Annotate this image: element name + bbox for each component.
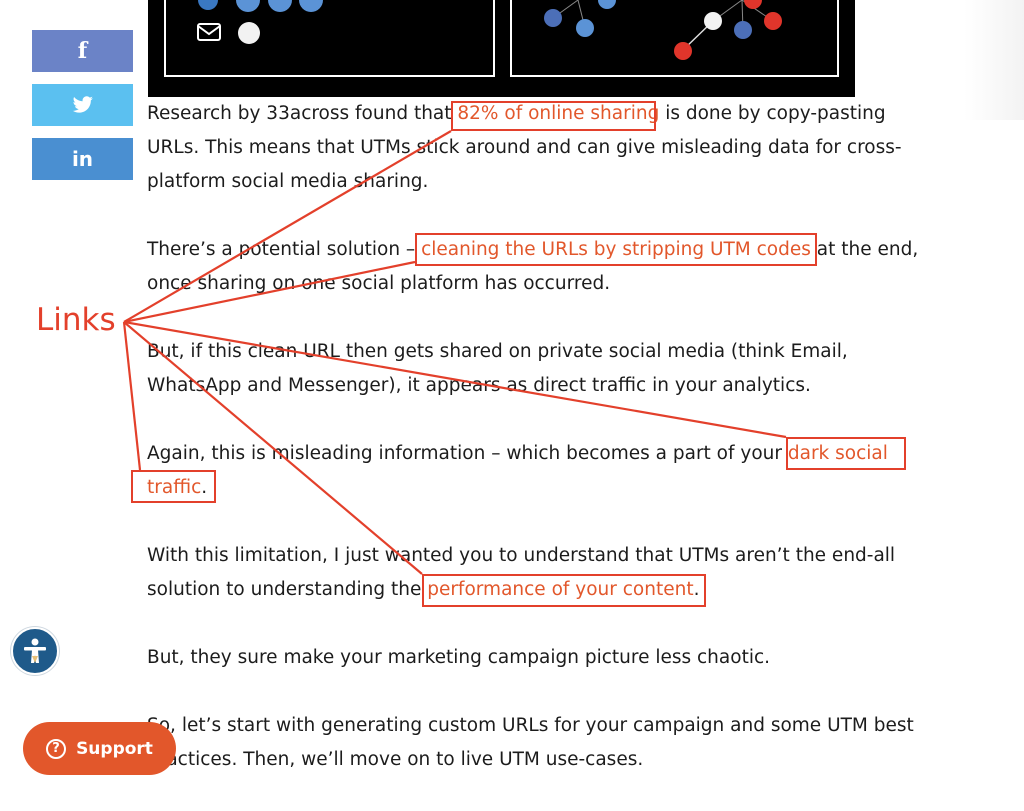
annotation-lines xyxy=(122,130,787,575)
support-label: Support xyxy=(76,738,153,759)
accessibility-button[interactable] xyxy=(11,627,59,675)
help-icon: ? xyxy=(46,738,67,759)
links-annotation-label: Links xyxy=(36,302,116,338)
accessibility-icon xyxy=(24,638,46,663)
support-button[interactable]: ? Support xyxy=(23,722,176,775)
